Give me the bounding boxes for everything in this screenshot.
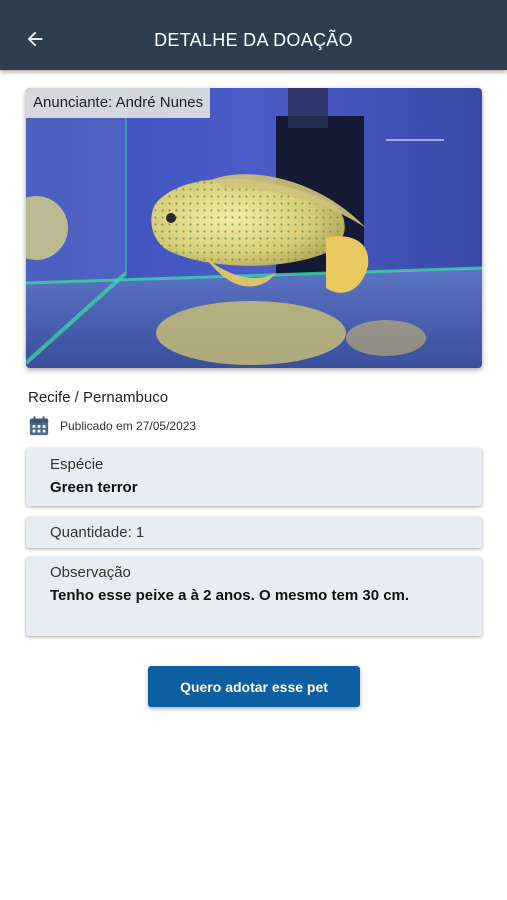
page-title: DETALHE DA DOAÇÃO <box>154 30 353 50</box>
advertiser-label: Anunciante: André Nunes <box>26 88 211 118</box>
species-value: Green terror <box>50 479 138 496</box>
published-date: Publicado em 27/05/2023 <box>28 414 196 438</box>
species-card: Espécie Green terror <box>26 448 482 506</box>
published-text: Publicado em 27/05/2023 <box>60 419 197 433</box>
adopt-pet-button[interactable]: Quero adotar esse pet <box>148 666 360 707</box>
pet-photo: Anunciante: André Nunes <box>26 88 482 368</box>
app-bar: DETALHE DA DOAÇÃO <box>0 0 507 70</box>
species-label: Espécie <box>50 456 104 473</box>
location-text: Recife / Pernambuco <box>28 389 169 406</box>
fish-image <box>26 88 482 368</box>
quantity-text: Quantidade: 1 <box>50 524 145 541</box>
observation-card: Observação Tenho esse peixe a à 2 anos. … <box>26 557 482 636</box>
quantity-card: Quantidade: 1 <box>26 517 482 548</box>
observation-value: Tenho esse peixe a à 2 anos. O mesmo tem… <box>50 587 410 604</box>
observation-label: Observação <box>50 564 131 581</box>
calendar-icon <box>29 416 49 436</box>
